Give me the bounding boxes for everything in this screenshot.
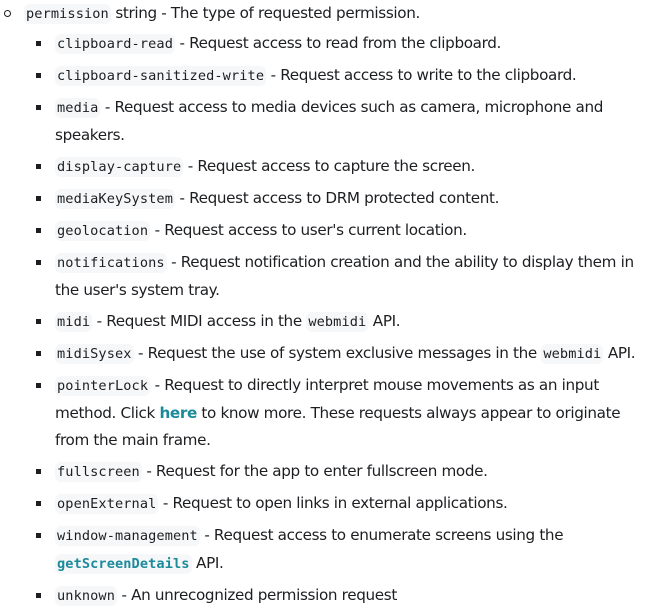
list-item: display-capture - Request access to capt… <box>24 153 664 181</box>
permission-description-tail: API. <box>603 344 636 362</box>
param-type: string <box>115 4 157 22</box>
square-bullet-icon <box>36 533 41 538</box>
square-bullet-icon <box>36 260 41 265</box>
square-bullet-icon <box>36 351 41 356</box>
list-item: openExternal - Request to open links in … <box>24 490 664 518</box>
permission-description: - Request the use of system exclusive me… <box>133 344 542 362</box>
circle-bullet-icon <box>4 10 11 17</box>
permission-code: clipboard-read <box>55 34 175 54</box>
square-bullet-icon <box>36 383 41 388</box>
permission-description: - Request MIDI access in the <box>92 312 307 330</box>
list-item: media - Request access to media devices … <box>24 94 664 149</box>
permission-code: midiSysex <box>55 344 134 364</box>
permission-values-list: clipboard-read - Request access to read … <box>24 30 664 610</box>
permission-code: pointerLock <box>55 376 151 396</box>
inline-code: webmidi <box>306 312 369 332</box>
permission-code: openExternal <box>55 494 159 514</box>
list-item: fullscreen - Request for the app to ente… <box>24 458 664 486</box>
square-bullet-icon <box>36 105 41 110</box>
permission-code: midi <box>55 312 93 332</box>
permission-description-tail: API. <box>368 312 401 330</box>
list-item: notifications - Request notification cre… <box>24 249 664 304</box>
inline-code: webmidi <box>541 344 604 364</box>
param-list: permission string - The type of requeste… <box>0 0 664 610</box>
list-item: midi - Request MIDI access in the webmid… <box>24 308 664 336</box>
list-item: mediaKeySystem - Request access to DRM p… <box>24 185 664 213</box>
list-item: clipboard-read - Request access to read … <box>24 30 664 58</box>
permission-code: notifications <box>55 253 167 273</box>
permission-description: - Request access to user's current locat… <box>150 221 468 239</box>
square-bullet-icon <box>36 501 41 506</box>
permission-description: - Request access to read from the clipbo… <box>174 34 502 52</box>
permission-description: - Request access to DRM protected conten… <box>174 189 500 207</box>
list-item: clipboard-sanitized-write - Request acce… <box>24 62 664 90</box>
permission-code: display-capture <box>55 157 184 177</box>
param-description: - The type of requested permission. <box>156 4 420 22</box>
list-item: window-management - Request access to en… <box>24 522 664 578</box>
square-bullet-icon <box>36 41 41 46</box>
list-item: unknown - An unrecognized permission req… <box>24 582 664 610</box>
param-name: permission <box>24 4 111 24</box>
permission-description: - Request to open links in external appl… <box>158 494 508 512</box>
permission-code: media <box>55 98 101 118</box>
square-bullet-icon <box>36 469 41 474</box>
square-bullet-icon <box>36 164 41 169</box>
here-link[interactable]: here <box>159 404 197 422</box>
permission-description: - An unrecognized permission request <box>117 586 397 604</box>
getscreendetails-link[interactable]: getScreenDetails <box>55 554 192 574</box>
permission-code: unknown <box>55 586 117 606</box>
list-item: pointerLock - Request to directly interp… <box>24 372 664 454</box>
permission-code: mediaKeySystem <box>55 189 175 209</box>
square-bullet-icon <box>36 73 41 78</box>
list-item: geolocation - Request access to user's c… <box>24 217 664 245</box>
list-item: midiSysex - Request the use of system ex… <box>24 340 664 368</box>
permission-description: - Request access to enumerate screens us… <box>199 526 564 544</box>
param-permission: permission string - The type of requeste… <box>0 0 664 610</box>
square-bullet-icon <box>36 228 41 233</box>
permission-description: - Request access to media devices such a… <box>55 98 604 144</box>
square-bullet-icon <box>36 319 41 324</box>
permission-description: - Request access to write to the clipboa… <box>266 66 577 84</box>
permission-code: window-management <box>55 526 200 546</box>
permission-description-tail: API. <box>191 554 224 572</box>
link-code[interactable]: getScreenDetails <box>55 554 192 574</box>
permission-description: - Request for the app to enter fullscree… <box>141 462 488 480</box>
square-bullet-icon <box>36 196 41 201</box>
permission-code: geolocation <box>55 221 151 241</box>
permission-code: clipboard-sanitized-write <box>55 66 267 86</box>
permission-code: fullscreen <box>55 462 142 482</box>
permission-description: - Request access to capture the screen. <box>183 157 476 175</box>
